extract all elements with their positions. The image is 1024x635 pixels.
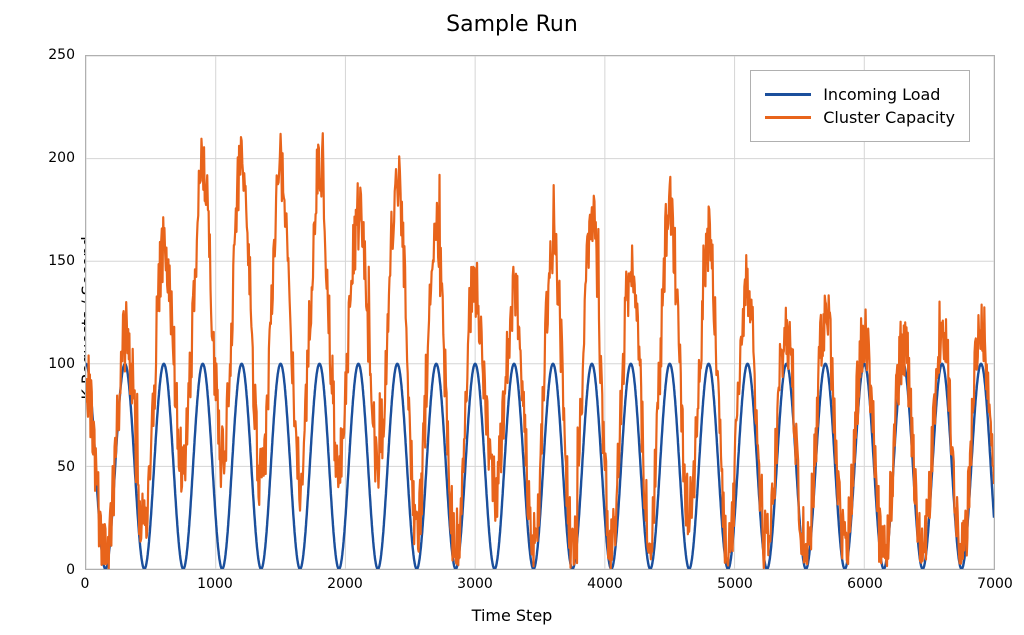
y-tick-label: 250: [48, 47, 75, 63]
x-tick-label: 7000: [977, 576, 1013, 592]
plot-area: Incoming Load Cluster Capacity: [85, 55, 995, 570]
legend-entry-incoming-load: Incoming Load: [765, 85, 955, 104]
legend-swatch-incoming-load: [765, 93, 811, 96]
y-tick-label: 0: [66, 562, 75, 578]
x-tick-label: 0: [81, 576, 90, 592]
x-axis-label: Time Step: [0, 606, 1024, 625]
y-tick-label: 150: [48, 253, 75, 269]
chart-container: Sample Run K Requests / Second Incoming …: [0, 0, 1024, 635]
x-tick-label: 4000: [587, 576, 623, 592]
y-tick-label: 50: [57, 459, 75, 475]
x-tick-label: 3000: [457, 576, 493, 592]
legend-swatch-cluster-capacity: [765, 116, 811, 119]
y-tick-label: 100: [48, 356, 75, 372]
x-tick-label: 2000: [327, 576, 363, 592]
legend-label-incoming-load: Incoming Load: [823, 85, 940, 104]
series-cluster-capacity: [86, 133, 994, 568]
chart-title: Sample Run: [0, 12, 1024, 37]
x-tick-label: 5000: [717, 576, 753, 592]
y-tick-label: 200: [48, 150, 75, 166]
x-tick-label: 6000: [847, 576, 883, 592]
x-tick-label: 1000: [197, 576, 233, 592]
legend: Incoming Load Cluster Capacity: [750, 70, 970, 142]
legend-entry-cluster-capacity: Cluster Capacity: [765, 108, 955, 127]
legend-label-cluster-capacity: Cluster Capacity: [823, 108, 955, 127]
